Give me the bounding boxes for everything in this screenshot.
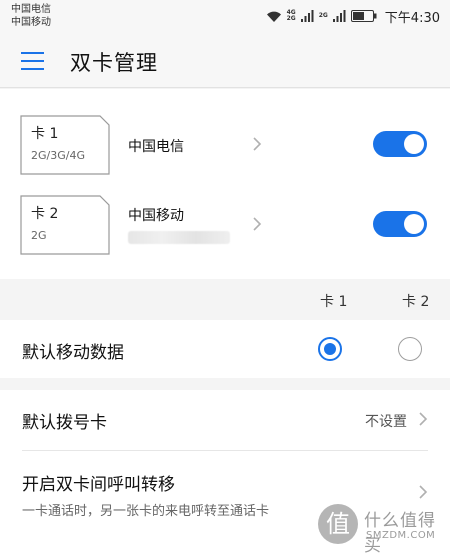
sim-1-toggle[interactable] (373, 131, 427, 157)
sim-1-name: 卡 1 (31, 126, 59, 142)
chevron-right-icon (253, 217, 262, 231)
status-icons: 4G 2G 2G 下午4:30 (266, 6, 440, 26)
sim-card-icon-1: 卡 1 2G/3G/4G (20, 115, 110, 175)
menu-icon (21, 52, 44, 54)
call-forward-label: 开启双卡间呼叫转移 (22, 475, 175, 495)
sim-row-2[interactable]: 卡 2 2G 中国移动 (0, 185, 450, 265)
default-data-radio-card-1[interactable] (318, 337, 342, 361)
sim-list: 卡 1 2G/3G/4G 中国电信 卡 2 2G 中国移动 (0, 89, 450, 279)
wifi-icon (266, 11, 281, 22)
chevron-right-icon (419, 412, 428, 426)
menu-button[interactable] (18, 48, 48, 74)
call-forward-description: 一卡通话时，另一张卡的来电呼转至通话卡 (22, 504, 270, 519)
network-type-tag-1: 4G 2G (287, 10, 296, 22)
default-mobile-data-label: 默认移动数据 (22, 343, 124, 363)
sim-2-carrier: 中国移动 (128, 208, 184, 224)
chevron-right-icon (419, 485, 428, 499)
battery-icon (350, 10, 377, 22)
chevron-right-icon (253, 137, 262, 151)
default-dial-value: 不设置 (365, 414, 407, 430)
network-type-tag-2: 2G (319, 13, 328, 19)
signal-icon-2 (332, 10, 346, 22)
status-bar: 中国电信 中国移动 4G 2G 2G 下午4:30 (0, 0, 450, 34)
column-card-2: 卡 2 (402, 294, 430, 310)
sim-2-number-redacted (128, 231, 230, 244)
sim-card-icon-2: 卡 2 2G (20, 195, 110, 255)
default-dial-label: 默认拨号卡 (22, 413, 107, 433)
carrier-1-label: 中国电信 (11, 4, 51, 15)
column-card-1: 卡 1 (320, 294, 348, 310)
default-mobile-data-row: 默认移动数据 (0, 320, 450, 378)
toggle-knob (404, 134, 424, 154)
carrier-names: 中国电信 中国移动 (11, 3, 51, 29)
sim-row-1[interactable]: 卡 1 2G/3G/4G 中国电信 (0, 105, 450, 185)
watermark: 值 什么值得买 SMZDM.COM (318, 500, 448, 554)
sim-2-toggle[interactable] (373, 211, 427, 237)
watermark-subtext: SMZDM.COM (366, 530, 436, 541)
page-title: 双卡管理 (70, 51, 158, 75)
sim-2-name: 卡 2 (31, 206, 59, 222)
sim-2-networks: 2G (31, 229, 47, 242)
carrier-2-label: 中国移动 (11, 17, 51, 28)
network-tag-2g-b: 2G (318, 12, 328, 19)
sim-column-header: 卡 1 卡 2 (0, 279, 450, 320)
signal-icon-1 (300, 10, 314, 22)
sim-1-carrier: 中国电信 (128, 139, 184, 155)
toggle-knob (404, 214, 424, 234)
sim-1-networks: 2G/3G/4G (31, 149, 85, 162)
default-data-radio-card-2[interactable] (398, 337, 422, 361)
clock: 下午4:30 (384, 10, 440, 26)
section-gap (0, 378, 450, 390)
network-tag-2g-a: 2G (286, 15, 296, 22)
watermark-logo-icon: 值 (318, 504, 358, 544)
default-dial-row[interactable]: 默认拨号卡 不设置 (0, 390, 450, 450)
app-header: 双卡管理 (0, 34, 450, 88)
